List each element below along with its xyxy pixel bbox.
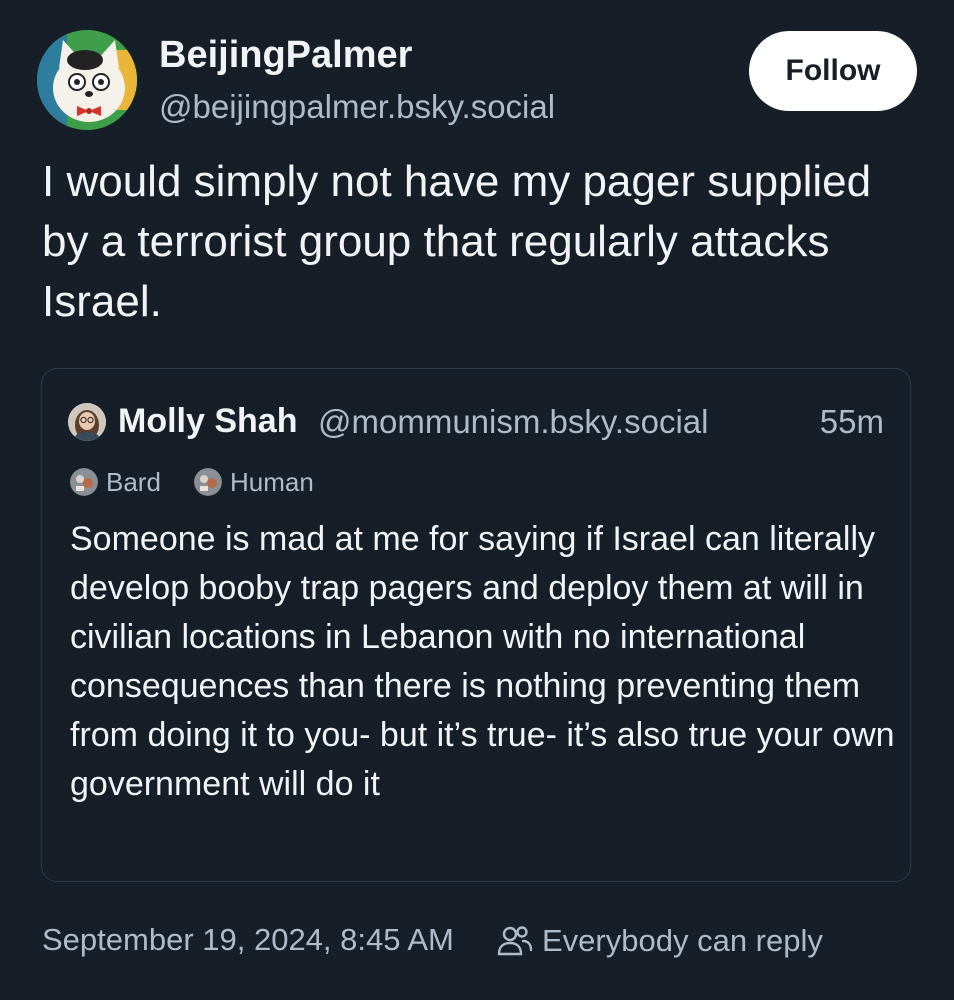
- label-text: Human: [230, 466, 314, 497]
- reply-setting[interactable]: Everybody can reply: [496, 922, 823, 960]
- moderation-label-bard[interactable]: Bard: [70, 465, 161, 499]
- post-timestamp: September 19, 2024, 8:45 AM: [42, 922, 454, 957]
- quoted-post-time: 55m: [819, 403, 884, 440]
- author-display-name[interactable]: BeijingPalmer: [159, 34, 412, 77]
- author-avatar[interactable]: [37, 30, 137, 130]
- post-thread-view: BeijingPalmer @beijingpalmer.bsky.social…: [0, 0, 954, 1000]
- reply-setting-label: Everybody can reply: [542, 923, 823, 958]
- user-photo-avatar-icon: [68, 403, 106, 441]
- quoted-post-text: Someone is mad at me for saying if Israe…: [70, 520, 895, 803]
- quoted-author-avatar[interactable]: [68, 403, 106, 441]
- follow-button[interactable]: Follow: [749, 31, 917, 111]
- quoted-author-handle[interactable]: @mommunism.bsky.social: [318, 403, 708, 441]
- moderation-label-human[interactable]: Human: [194, 465, 314, 499]
- post-text: I would simply not have my pager supplie…: [42, 157, 872, 326]
- people-icon: [496, 922, 534, 960]
- author-handle[interactable]: @beijingpalmer.bsky.social: [159, 88, 555, 126]
- cartoon-cat-avatar-icon: [37, 30, 137, 130]
- labeler-icon: [194, 468, 222, 496]
- quoted-author-display-name[interactable]: Molly Shah: [118, 402, 297, 441]
- label-text: Bard: [106, 466, 161, 497]
- labeler-icon: [70, 468, 98, 496]
